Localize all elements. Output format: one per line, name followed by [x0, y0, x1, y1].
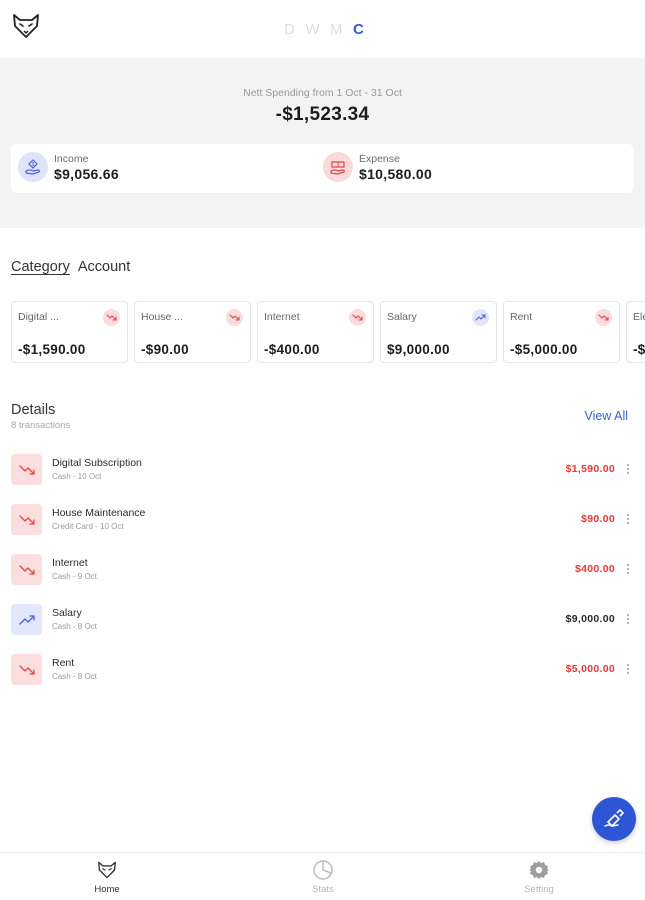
- add-transaction-button[interactable]: [592, 797, 636, 841]
- expense-value: $10,580.00: [359, 166, 433, 182]
- expense-hand-icon: $: [323, 152, 353, 182]
- trend-down-icon: [595, 309, 612, 326]
- category-card[interactable]: Ele -$: [626, 301, 645, 363]
- transaction-subtitle: Cash - 8 Oct: [52, 622, 97, 631]
- category-cards[interactable]: Digital ... -$1,590.00 House ... -$90.00…: [11, 301, 645, 365]
- trend-down-icon: [11, 454, 42, 485]
- period-tab-week[interactable]: W: [305, 21, 320, 38]
- more-options-icon[interactable]: [623, 510, 633, 528]
- transactions-count: 8 transactions: [11, 420, 71, 431]
- svg-text:$: $: [32, 162, 35, 168]
- income-value: $9,056.66: [54, 166, 119, 182]
- nav-home-label: Home: [94, 884, 120, 895]
- trend-down-icon: [103, 309, 120, 326]
- category-name: Internet: [264, 311, 300, 323]
- svg-text:$: $: [337, 162, 340, 168]
- nett-spending-value: -$1,523.34: [275, 104, 370, 125]
- category-value: -$400.00: [264, 342, 320, 357]
- period-tabs: D W M C: [284, 21, 364, 38]
- transaction-row[interactable]: House Maintenance Credit Card - 10 Oct $…: [0, 500, 645, 540]
- add-transaction-icon: [604, 809, 624, 827]
- category-name: House ...: [141, 311, 184, 323]
- transaction-amount: $400.00: [574, 563, 615, 575]
- nett-spending-label: Nett Spending from 1 Oct - 31 Oct: [243, 87, 402, 99]
- bottom-navigation: Home Stats Setting: [0, 852, 645, 900]
- trend-up-icon: [472, 309, 489, 326]
- trend-down-icon: [11, 654, 42, 685]
- view-tabs: Category Account: [11, 259, 130, 275]
- more-options-icon[interactable]: [623, 560, 633, 578]
- transaction-row[interactable]: Digital Subscription Cash - 10 Oct $1,59…: [0, 450, 645, 490]
- nav-stats-label: Stats: [312, 884, 334, 895]
- trend-down-icon: [349, 309, 366, 326]
- fox-logo-icon[interactable]: [10, 10, 42, 42]
- more-options-icon[interactable]: [623, 610, 633, 628]
- nav-home[interactable]: Home: [67, 859, 147, 895]
- top-bar: D W M C: [0, 0, 645, 58]
- transaction-subtitle: Cash - 10 Oct: [52, 472, 102, 481]
- expense-label: Expense: [359, 153, 400, 165]
- category-name: Digital ...: [18, 311, 59, 323]
- transaction-title: Salary: [52, 607, 82, 619]
- nav-setting-label: Setting: [524, 884, 554, 895]
- transaction-row[interactable]: Internet Cash - 9 Oct $400.00: [0, 550, 645, 590]
- transaction-title: Digital Subscription: [52, 457, 142, 469]
- transaction-amount: $90.00: [581, 513, 615, 525]
- category-name: Rent: [510, 311, 533, 323]
- more-options-icon[interactable]: [623, 660, 633, 678]
- transaction-subtitle: Cash - 9 Oct: [52, 572, 97, 581]
- fox-home-icon: [96, 859, 118, 881]
- nav-setting[interactable]: Setting: [499, 859, 579, 895]
- category-card[interactable]: House ... -$90.00: [134, 301, 251, 363]
- tab-account[interactable]: Account: [78, 259, 130, 275]
- transaction-amount: $9,000.00: [565, 613, 615, 625]
- nav-stats[interactable]: Stats: [283, 859, 363, 895]
- trend-up-icon: [11, 604, 42, 635]
- trend-down-icon: [11, 554, 42, 585]
- period-tab-day[interactable]: D: [284, 21, 295, 38]
- category-value: -$1,590.00: [18, 342, 86, 357]
- transaction-subtitle: Credit Card - 10 Oct: [52, 522, 124, 531]
- transaction-subtitle: Cash - 8 Oct: [52, 672, 97, 681]
- period-tab-month[interactable]: M: [330, 21, 343, 38]
- category-card[interactable]: Internet -$400.00: [257, 301, 374, 363]
- transaction-amount: $5,000.00: [565, 663, 615, 675]
- view-all-link[interactable]: View All: [584, 409, 628, 423]
- category-value: $9,000.00: [387, 342, 450, 357]
- pie-chart-icon: [312, 859, 334, 881]
- income-hand-icon: $: [18, 152, 48, 182]
- tab-category[interactable]: Category: [11, 259, 70, 275]
- more-options-icon[interactable]: [623, 460, 633, 478]
- trend-down-icon: [11, 504, 42, 535]
- transaction-amount: $1,590.00: [565, 463, 615, 475]
- details-title: Details: [11, 402, 56, 418]
- transaction-row[interactable]: Rent Cash - 8 Oct $5,000.00: [0, 650, 645, 690]
- income-expense-card: $ Income $9,056.66 $ Expense $10,580.00: [11, 144, 634, 193]
- category-name: Ele: [633, 311, 645, 323]
- trend-down-icon: [226, 309, 243, 326]
- income-label: Income: [54, 153, 89, 165]
- transaction-row[interactable]: Salary Cash - 8 Oct $9,000.00: [0, 600, 645, 640]
- period-tab-custom[interactable]: C: [353, 21, 364, 38]
- category-value: -$90.00: [141, 342, 189, 357]
- transaction-title: House Maintenance: [52, 507, 146, 519]
- category-card[interactable]: Digital ... -$1,590.00: [11, 301, 128, 363]
- gear-icon: [528, 859, 550, 881]
- transaction-title: Internet: [52, 557, 88, 569]
- category-card[interactable]: Rent -$5,000.00: [503, 301, 620, 363]
- spending-summary: Nett Spending from 1 Oct - 31 Oct -$1,52…: [0, 58, 645, 228]
- category-value: -$: [633, 342, 645, 357]
- category-name: Salary: [387, 311, 417, 323]
- transaction-title: Rent: [52, 657, 75, 669]
- category-card[interactable]: Salary $9,000.00: [380, 301, 497, 363]
- category-value: -$5,000.00: [510, 342, 578, 357]
